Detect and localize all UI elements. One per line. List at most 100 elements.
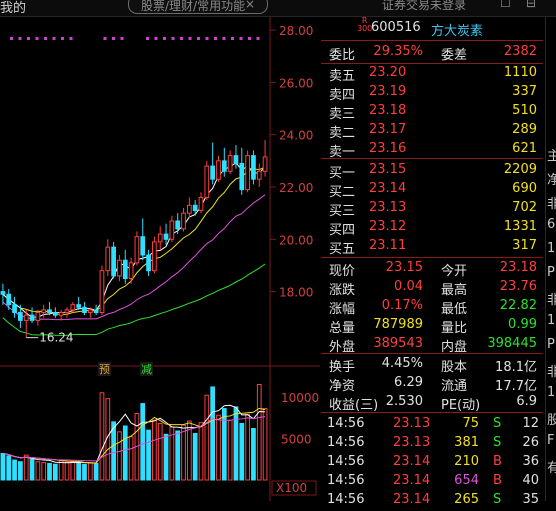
r-badge-bottom: 300: [357, 24, 373, 33]
order-book-row[interactable]: 买一 23.15 2209: [321, 161, 543, 181]
signal-dot: [248, 37, 251, 40]
divider: [321, 40, 543, 41]
volume-unit-label: X100: [276, 481, 307, 495]
order-volume: 1331: [503, 219, 537, 234]
stat-row: 涨幅 0.17% 最低 22.82: [321, 297, 543, 317]
event-marker[interactable]: 减: [141, 363, 152, 376]
signal-dot: [44, 37, 47, 40]
stock-name[interactable]: 方大炭素: [431, 20, 483, 39]
volume-bar: [117, 431, 122, 481]
signal-dot: [120, 37, 124, 40]
price-tick-label: 26.00: [279, 76, 313, 90]
fundamental-row: 净资 6.29 流通 17.7亿: [321, 374, 543, 394]
volume-bar: [122, 425, 128, 481]
order-book-row[interactable]: 买四 23.12 1331: [321, 218, 543, 238]
order-book-row[interactable]: 买三 23.13 702: [321, 199, 543, 219]
candle-body: [87, 309, 93, 314]
candle-body: [117, 259, 122, 277]
signal-dot: [146, 37, 149, 40]
candle-body: [23, 314, 29, 321]
divider: [321, 158, 543, 159]
edge-label: 主: [547, 149, 556, 164]
tick-row[interactable]: 14:56 23.14 265 S 35: [321, 491, 543, 511]
price-tick-label: 22.00: [279, 181, 313, 195]
order-volume: 510: [512, 103, 537, 118]
event-marker[interactable]: 预: [99, 363, 110, 376]
order-level-label: 买一: [329, 166, 356, 181]
tick-direction: S: [493, 492, 502, 507]
stock-code[interactable]: 600516: [371, 20, 421, 35]
volume-bar: [239, 423, 245, 481]
candle-body: [134, 236, 140, 264]
ma20-line: [2, 194, 266, 321]
my-menu[interactable]: 我的: [0, 0, 26, 16]
volume-bar: [221, 408, 227, 481]
tick-volume: 381: [454, 435, 479, 450]
volume-bar: [204, 394, 210, 481]
search-box[interactable]: 股票/理财/常用功能 ×: [128, 0, 268, 14]
edge-label: 1: [547, 241, 556, 256]
candle-body: [262, 156, 268, 172]
order-book-row[interactable]: 卖四 23.19 337: [321, 83, 543, 103]
fundamental-row: 换手 4.45% 股本 18.1亿: [321, 355, 543, 375]
signal-dot: [239, 37, 243, 40]
candle-body: [239, 162, 245, 191]
tick-time: 14:56: [327, 416, 365, 431]
tick-row[interactable]: 14:56 23.13 381 S 26: [321, 434, 543, 454]
order-level-label: 买四: [329, 223, 356, 238]
candle-body: [163, 233, 169, 240]
tick-price: 23.13: [393, 416, 431, 431]
stat-value: 389543: [373, 336, 423, 351]
candle-body: [233, 155, 239, 164]
volume-bar: [64, 462, 70, 481]
candle-body: [111, 246, 116, 277]
edge-label: 1: [547, 385, 556, 400]
stat-label: 股本: [441, 360, 468, 375]
order-book-row[interactable]: 买二 23.14 690: [321, 180, 543, 200]
stat-label: 最高: [441, 283, 468, 298]
volume-bar: [18, 461, 23, 481]
message-icon[interactable]: ☐: [500, 0, 511, 10]
signal-dot: [214, 37, 217, 40]
candle-body: [198, 196, 204, 212]
order-price: 23.11: [369, 238, 407, 253]
edge-label: P: [547, 265, 555, 280]
order-book-row[interactable]: 卖五 23.20 1110: [321, 64, 543, 84]
volume-bar: [146, 429, 151, 481]
order-level-label: 卖五: [329, 69, 356, 84]
stat-value: 6.9: [516, 394, 537, 409]
settings-icon[interactable]: ⊟: [526, 0, 536, 10]
order-volume: 702: [512, 200, 537, 215]
tick-count: 40: [522, 473, 539, 488]
signal-dot: [61, 37, 64, 40]
volume-bar: [262, 408, 268, 481]
order-book-row[interactable]: 卖一 23.16 621: [321, 140, 543, 160]
volume-bar: [0, 452, 6, 481]
candle-body: [152, 241, 157, 272]
order-book-row[interactable]: 卖二 23.17 289: [321, 121, 543, 141]
candle-body: [256, 170, 262, 180]
tick-time: 14:56: [327, 435, 365, 450]
candle-body: [76, 304, 82, 308]
tick-volume: 75: [462, 416, 479, 431]
signal-dot: [27, 37, 30, 40]
order-book-row[interactable]: 卖三 23.18 510: [321, 102, 543, 122]
signal-dot: [103, 37, 107, 40]
tick-row[interactable]: 14:56 23.13 75 S 12: [321, 415, 543, 435]
kline-chart[interactable]: 16.24 预 减 28.00 26.00 24.00 22.00 20.00 18.00 10…: [0, 17, 320, 501]
tick-row[interactable]: 14:56 23.14 210 B 36: [321, 453, 543, 473]
volume-bar: [227, 419, 233, 481]
order-price: 23.19: [369, 84, 407, 99]
volume-tick-label: 5000: [281, 432, 312, 446]
tick-count: 12: [522, 416, 539, 431]
candle-body: [245, 155, 250, 191]
volume-tick-label: 10000: [281, 391, 319, 405]
search-close-icon[interactable]: ×: [245, 0, 255, 11]
order-book-row[interactable]: 买五 23.11 317: [321, 237, 543, 257]
trade-login-status[interactable]: 证券交易未登录: [382, 0, 466, 13]
signal-dot: [69, 37, 73, 40]
order-level-label: 卖四: [329, 88, 356, 103]
candle-body: [47, 309, 52, 314]
tick-row[interactable]: 14:56 23.14 654 B 40: [321, 472, 543, 492]
candlesticks: 16.24 预 减: [0, 139, 268, 376]
